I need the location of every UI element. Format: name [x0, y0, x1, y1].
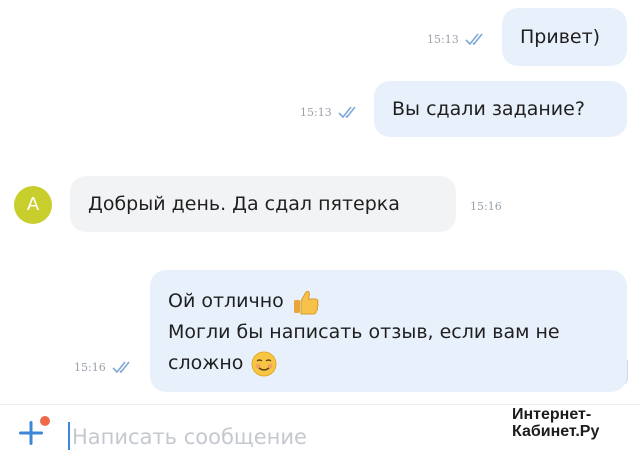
- message-text: Добрый день. Да сдал пятерка: [88, 193, 400, 215]
- outgoing-message-bubble[interactable]: Привет): [502, 8, 627, 66]
- message-text: Вы сдали задание?: [392, 98, 585, 120]
- avatar[interactable]: А: [14, 186, 52, 224]
- watermark-line: Интернет-: [512, 406, 592, 423]
- message-time: 15:16: [74, 360, 106, 374]
- watermark: Интернет- Кабинет.Ру: [512, 406, 599, 440]
- message-meta: 15:13: [300, 105, 360, 119]
- outgoing-message-bubble[interactable]: Ой отлично Могли бы написать отзыв, если…: [150, 270, 627, 392]
- attach-button[interactable]: [16, 416, 50, 448]
- outgoing-message-bubble[interactable]: Вы сдали задание?: [374, 81, 627, 137]
- read-checkmarks-icon: [112, 361, 130, 374]
- message-line: Могли бы написать отзыв, если вам не: [168, 317, 609, 348]
- thumbs-up-icon: [293, 290, 319, 314]
- message-text: Могли бы написать отзыв, если вам не: [168, 321, 560, 343]
- text-cursor: [68, 422, 70, 450]
- message-time: 15:13: [300, 105, 332, 119]
- message-text: Привет): [520, 26, 601, 48]
- watermark-line: Кабинет.Ру: [512, 423, 600, 440]
- message-meta: 15:13: [427, 32, 487, 46]
- message-input-placeholder: Написать сообщение: [72, 425, 307, 449]
- message-line: сложно: [168, 348, 609, 379]
- message-text: Ой отлично: [168, 290, 284, 312]
- notification-dot: [40, 416, 50, 426]
- chat-history: 15:13 Привет) 15:13 Вы сдали задание? А …: [0, 0, 640, 400]
- message-meta: 15:16: [470, 200, 502, 213]
- message-time: 15:13: [427, 32, 459, 46]
- smiling-face-icon: [251, 351, 277, 376]
- avatar-letter: А: [26, 194, 40, 215]
- read-checkmarks-icon: [465, 33, 483, 46]
- message-input[interactable]: Написать сообщение: [72, 425, 307, 449]
- message-line: Ой отлично: [168, 286, 609, 317]
- message-text: сложно: [168, 352, 244, 374]
- message-time: 15:16: [470, 200, 502, 213]
- read-checkmarks-icon: [338, 106, 356, 119]
- message-meta: 15:16: [74, 360, 134, 374]
- incoming-message-bubble[interactable]: Добрый день. Да сдал пятерка: [70, 176, 456, 232]
